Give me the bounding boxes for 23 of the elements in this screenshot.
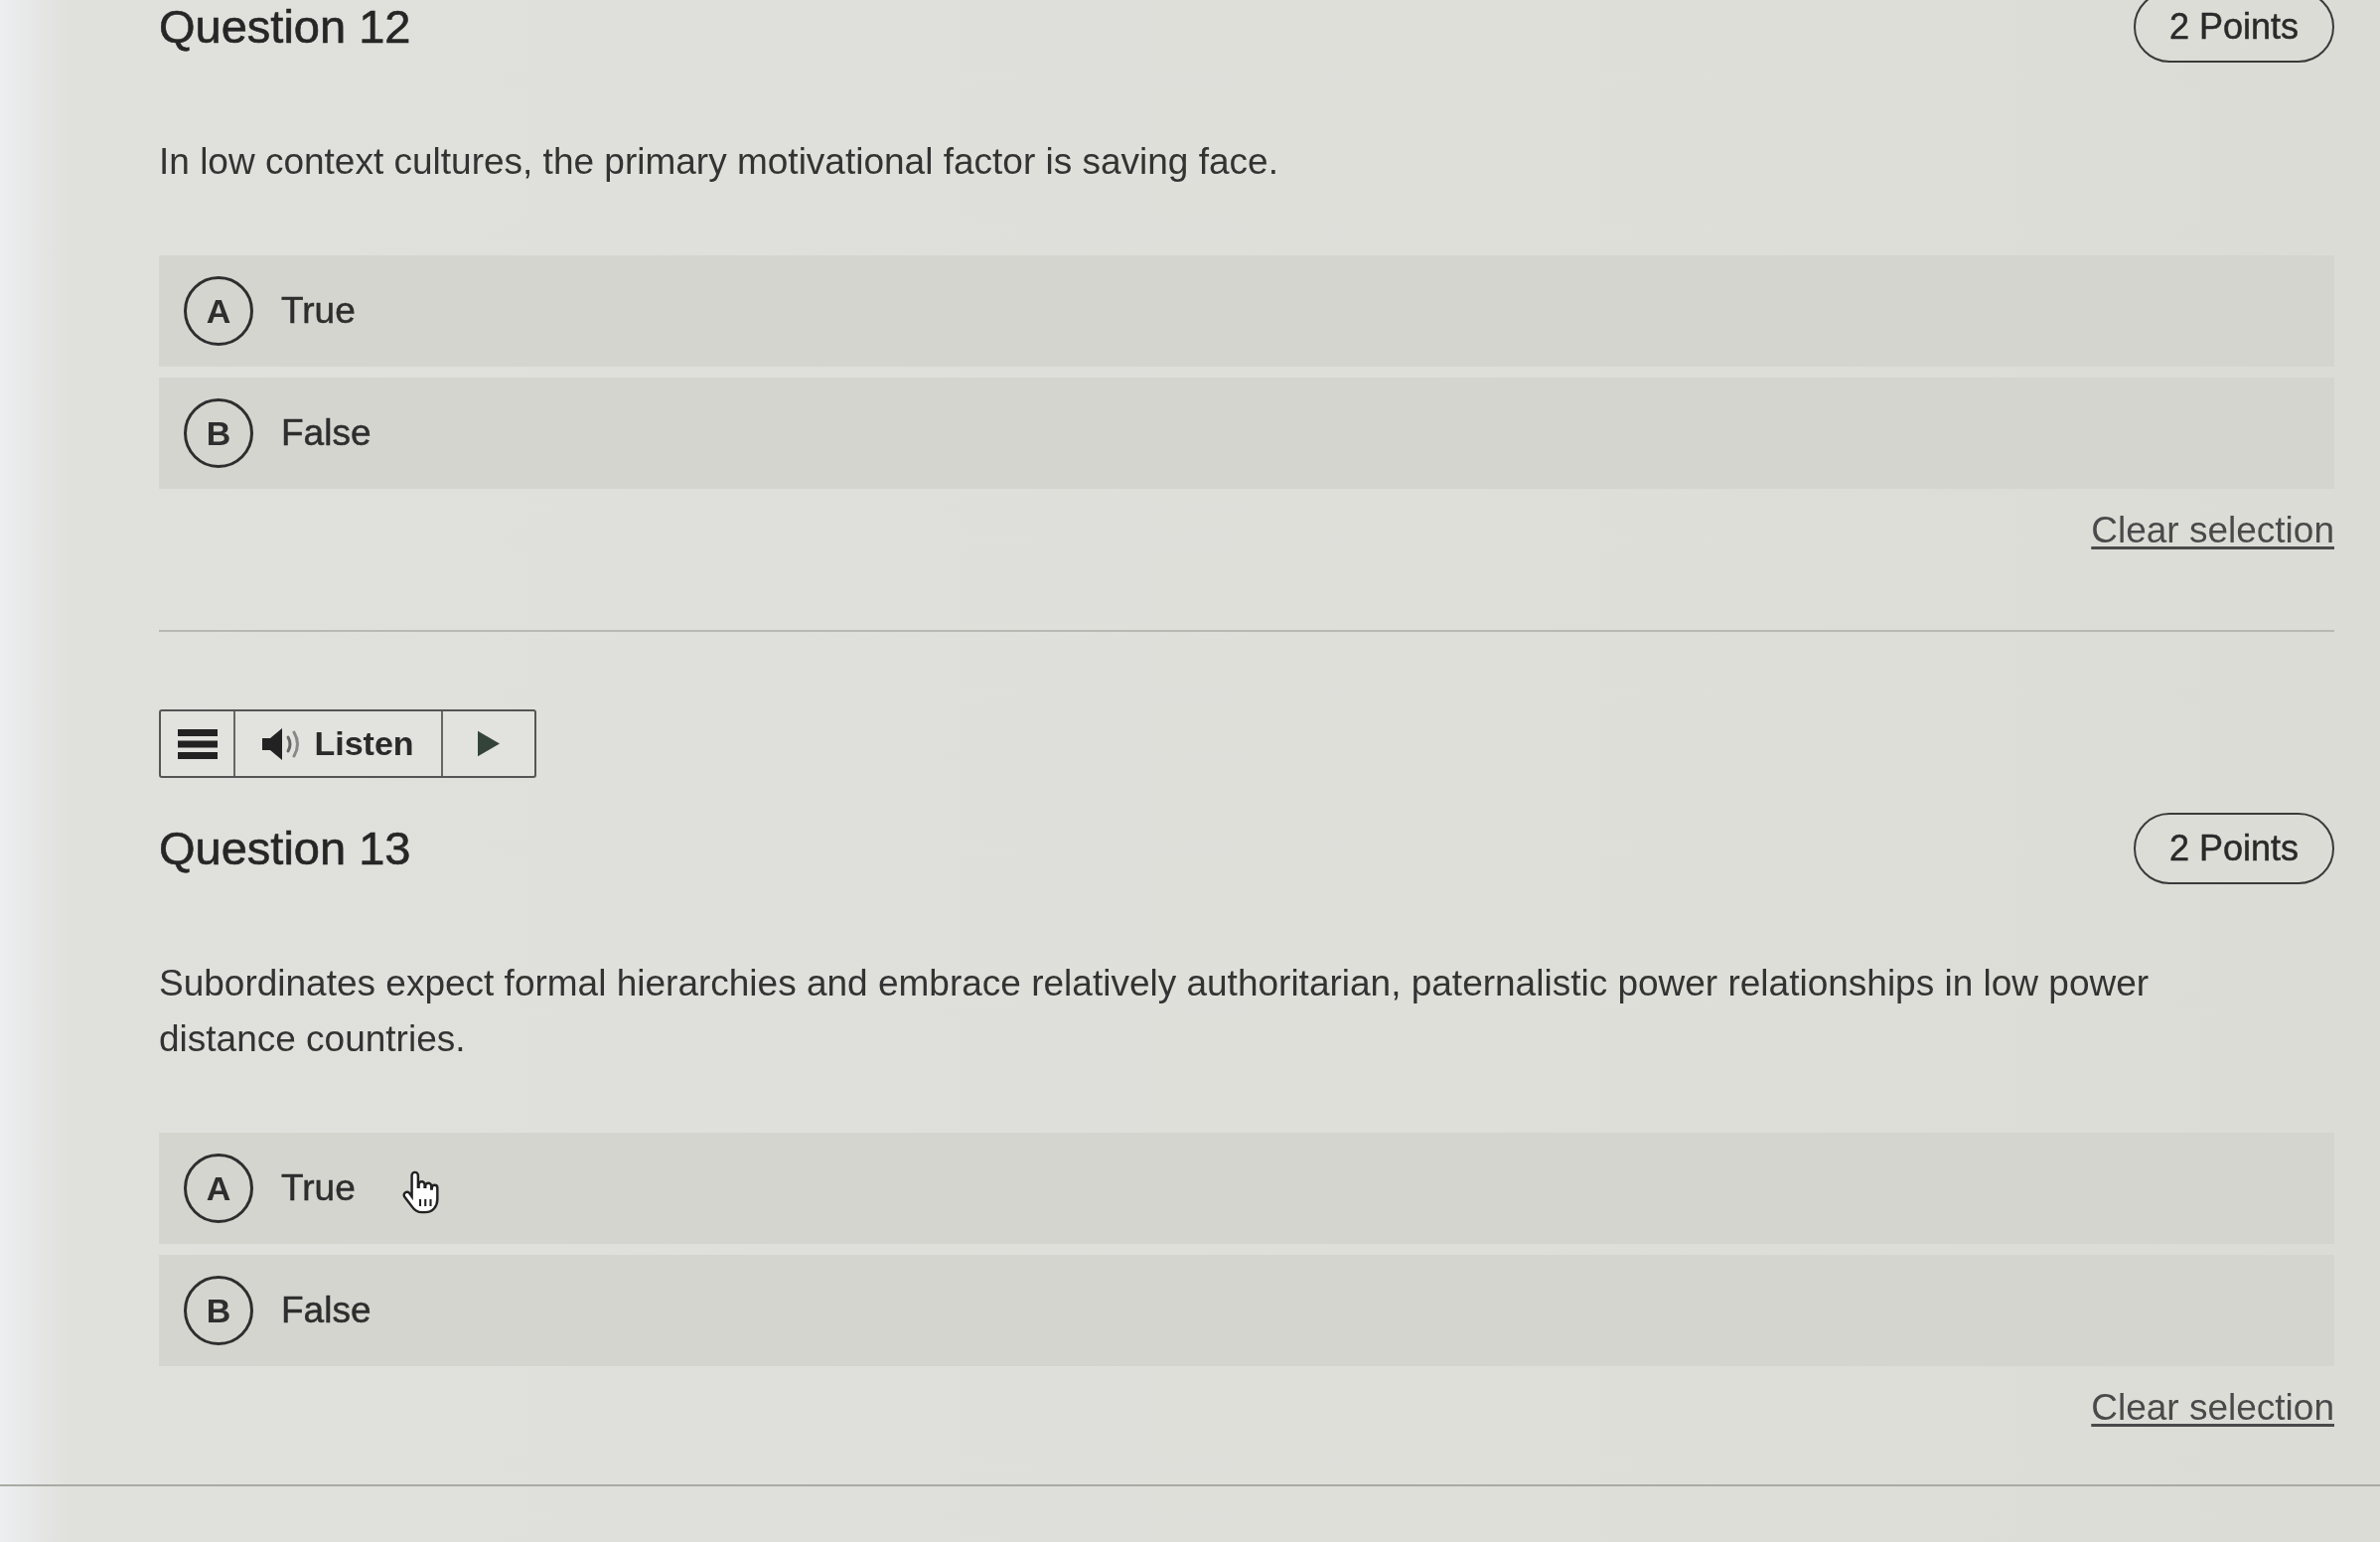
option-letter: B [184, 1276, 253, 1345]
option-label: True [281, 290, 356, 332]
question-text: Subordinates expect formal hierarchies and embrace relatively authoritarian, paternalistic power relationships in low power distance countries. [159, 962, 2151, 1061]
points-badge: 2 Points [2133, 0, 2334, 63]
option-letter: A [184, 1154, 253, 1223]
answer-option[interactable]: B False [159, 1255, 2334, 1366]
option-letter: A [184, 276, 253, 346]
question-text: In low context cultures, the primary motivational factor is saving face. [159, 140, 1279, 184]
question-title: Question 12 [159, 0, 411, 55]
answer-option[interactable]: B False [159, 378, 2334, 489]
answer-option[interactable]: A True [159, 1133, 2334, 1244]
points-badge: 2 Points [2133, 813, 2334, 884]
option-label: True [281, 1167, 356, 1209]
answer-option[interactable]: A True [159, 255, 2334, 367]
question-title: Question 13 [159, 821, 411, 876]
play-icon [478, 730, 500, 757]
option-label: False [281, 1290, 372, 1331]
clear-selection-link[interactable]: Clear selection [2091, 511, 2334, 550]
option-label: False [281, 412, 372, 454]
option-letter: B [184, 398, 253, 468]
listen-button[interactable]: Listen [235, 711, 443, 776]
menu-icon [177, 728, 218, 759]
clear-selection-link[interactable]: Clear selection [2091, 1388, 2334, 1428]
